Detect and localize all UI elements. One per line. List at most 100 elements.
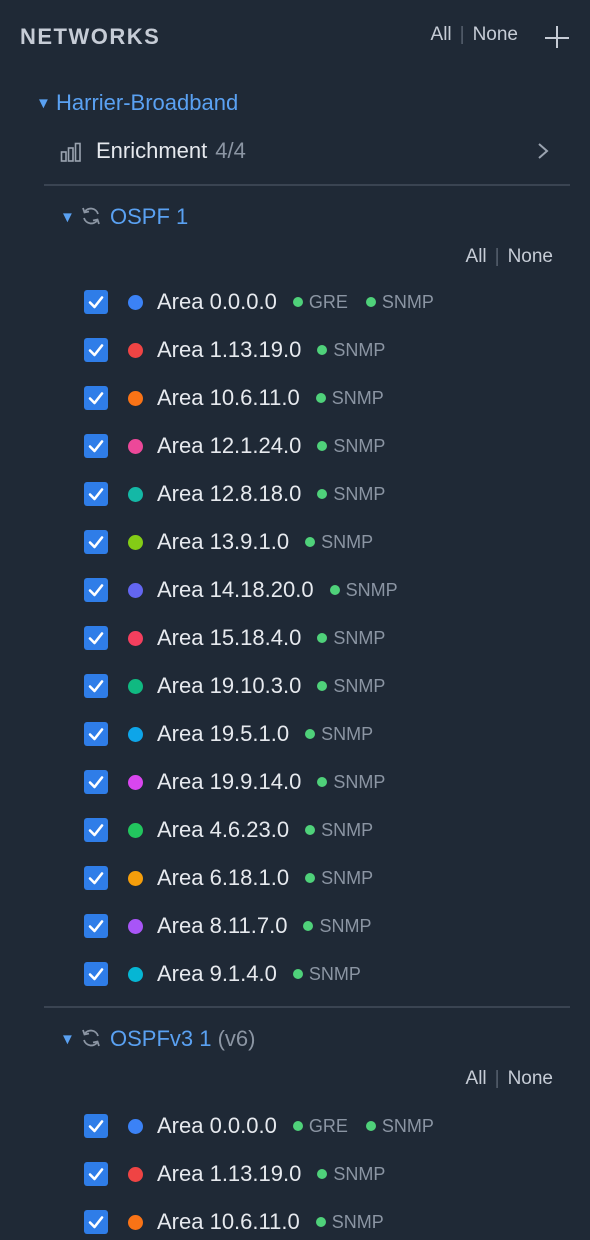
status-dot	[317, 345, 328, 355]
enrichment-row[interactable]: Enrichment 4/4	[60, 138, 550, 168]
area-color-dot	[128, 726, 143, 742]
area-row[interactable]: Area 12.1.24.0 SNMP	[84, 433, 403, 459]
status-tag: SNMP	[305, 868, 373, 889]
caret-down-icon[interactable]: ▼	[60, 1031, 78, 1048]
status-dot	[292, 969, 303, 979]
status-dot	[315, 393, 326, 403]
checkbox-checked[interactable]	[84, 434, 108, 458]
select-links: All | None	[431, 24, 518, 46]
select-all-link[interactable]: All	[431, 24, 452, 45]
area-row[interactable]: Area 19.5.1.0 SNMP	[84, 721, 391, 747]
status-tag-label: SNMP	[321, 867, 374, 888]
status-tag: SNMP	[317, 628, 385, 649]
check-icon	[88, 968, 104, 981]
checkbox-checked[interactable]	[84, 1210, 108, 1234]
checkbox-checked[interactable]	[84, 914, 108, 938]
checkbox-checked[interactable]	[84, 578, 108, 602]
check-icon	[88, 824, 104, 837]
area-label: Area 0.0.0.0	[157, 1113, 277, 1138]
select-none-link[interactable]: None	[473, 24, 518, 45]
status-tag-label: GRE	[308, 1115, 348, 1136]
select-none-link[interactable]: None	[508, 1068, 553, 1089]
checkbox-checked[interactable]	[84, 818, 108, 842]
status-tag: GRE	[292, 291, 348, 313]
checkbox-checked[interactable]	[84, 866, 108, 890]
status-tag: SNMP	[365, 292, 434, 313]
status-tag: SNMP	[315, 388, 384, 409]
status-dot	[317, 633, 328, 643]
area-row[interactable]: Area 13.9.1.0 SNMP	[84, 529, 391, 555]
status-tag: SNMP	[303, 916, 371, 937]
area-row[interactable]: Area 1.13.19.0 SNMP	[84, 337, 403, 363]
area-color-dot	[128, 534, 143, 550]
panel-header: NETWORKS All | None	[20, 22, 570, 54]
status-tag-label: GRE	[308, 291, 348, 312]
status-tag-label: SNMP	[333, 435, 386, 456]
area-row[interactable]: Area 10.6.11.0 SNMP	[84, 385, 402, 411]
status-dot	[292, 1121, 303, 1131]
check-icon	[88, 392, 104, 405]
area-row[interactable]: Area 12.8.18.0 SNMP	[84, 481, 403, 507]
checkbox-checked[interactable]	[84, 530, 108, 554]
status-dot	[305, 873, 316, 883]
area-row[interactable]: Area 8.11.7.0 SNMP	[84, 913, 389, 939]
caret-down-icon[interactable]: ▼	[36, 95, 56, 112]
checkbox-checked[interactable]	[84, 338, 108, 362]
checkbox-checked[interactable]	[84, 770, 108, 794]
area-label: Area 6.18.1.0	[157, 865, 290, 890]
check-icon	[88, 488, 104, 501]
protocol-header-ospfv3[interactable]: ▼ OSPFv3 1 (v6)	[60, 1026, 256, 1052]
area-row[interactable]: Area 15.18.4.0 SNMP	[84, 625, 403, 651]
check-icon	[88, 344, 104, 357]
status-tag-label: SNMP	[333, 675, 386, 696]
caret-down-icon[interactable]: ▼	[60, 209, 78, 226]
status-dot	[365, 297, 376, 307]
area-color-dot	[128, 870, 143, 886]
separator: |	[494, 1068, 500, 1089]
status-tag-label: SNMP	[333, 483, 386, 504]
status-tag-label: SNMP	[331, 1211, 384, 1232]
check-icon	[88, 584, 104, 597]
area-row[interactable]: Area 6.18.1.0 SNMP	[84, 865, 391, 891]
select-links: All | None	[466, 246, 553, 268]
area-row[interactable]: Area 10.6.11.0 SNMP	[84, 1209, 402, 1235]
select-all-link[interactable]: All	[466, 246, 487, 267]
checkbox-checked[interactable]	[84, 626, 108, 650]
checkbox-checked[interactable]	[84, 722, 108, 746]
area-label: Area 12.8.18.0	[157, 481, 302, 506]
area-row[interactable]: Area 14.18.20.0 SNMP	[84, 577, 416, 603]
area-row[interactable]: Area 9.1.4.0 SNMP	[84, 961, 379, 987]
status-tag: SNMP	[305, 820, 373, 841]
area-row[interactable]: Area 1.13.19.0 SNMP	[84, 1161, 403, 1187]
status-tag: SNMP	[305, 532, 373, 553]
checkbox-checked[interactable]	[84, 962, 108, 986]
area-label: Area 10.6.11.0	[157, 385, 300, 410]
checkbox-checked[interactable]	[84, 1162, 108, 1186]
status-tag-label: SNMP	[333, 339, 386, 360]
checkbox-checked[interactable]	[84, 482, 108, 506]
area-label: Area 13.9.1.0	[157, 529, 290, 554]
protocol-name: OSPFv3 1	[110, 1026, 212, 1051]
select-all-link[interactable]: All	[466, 1068, 487, 1089]
area-row[interactable]: Area 0.0.0.0 GRE SNMP	[84, 289, 452, 315]
divider	[44, 184, 570, 186]
chevron-right-icon[interactable]	[536, 142, 550, 160]
status-dot	[305, 825, 316, 835]
status-tag: SNMP	[317, 1164, 385, 1185]
network-header[interactable]: ▼ Harrier-Broadband	[36, 90, 238, 116]
protocol-header-ospf[interactable]: ▼ OSPF 1	[60, 204, 188, 230]
checkbox-checked[interactable]	[84, 386, 108, 410]
status-tag: SNMP	[317, 772, 385, 793]
select-none-link[interactable]: None	[508, 246, 553, 267]
checkbox-checked[interactable]	[84, 674, 108, 698]
area-row[interactable]: Area 0.0.0.0 GRE SNMP	[84, 1113, 452, 1139]
area-color-dot	[128, 1118, 143, 1134]
area-row[interactable]: Area 4.6.23.0 SNMP	[84, 817, 391, 843]
area-label: Area 4.6.23.0	[157, 817, 290, 842]
area-row[interactable]: Area 19.9.14.0 SNMP	[84, 769, 403, 795]
status-dot	[317, 777, 328, 787]
add-icon[interactable]	[544, 24, 570, 50]
area-row[interactable]: Area 19.10.3.0 SNMP	[84, 673, 403, 699]
checkbox-checked[interactable]	[84, 290, 108, 314]
checkbox-checked[interactable]	[84, 1114, 108, 1138]
